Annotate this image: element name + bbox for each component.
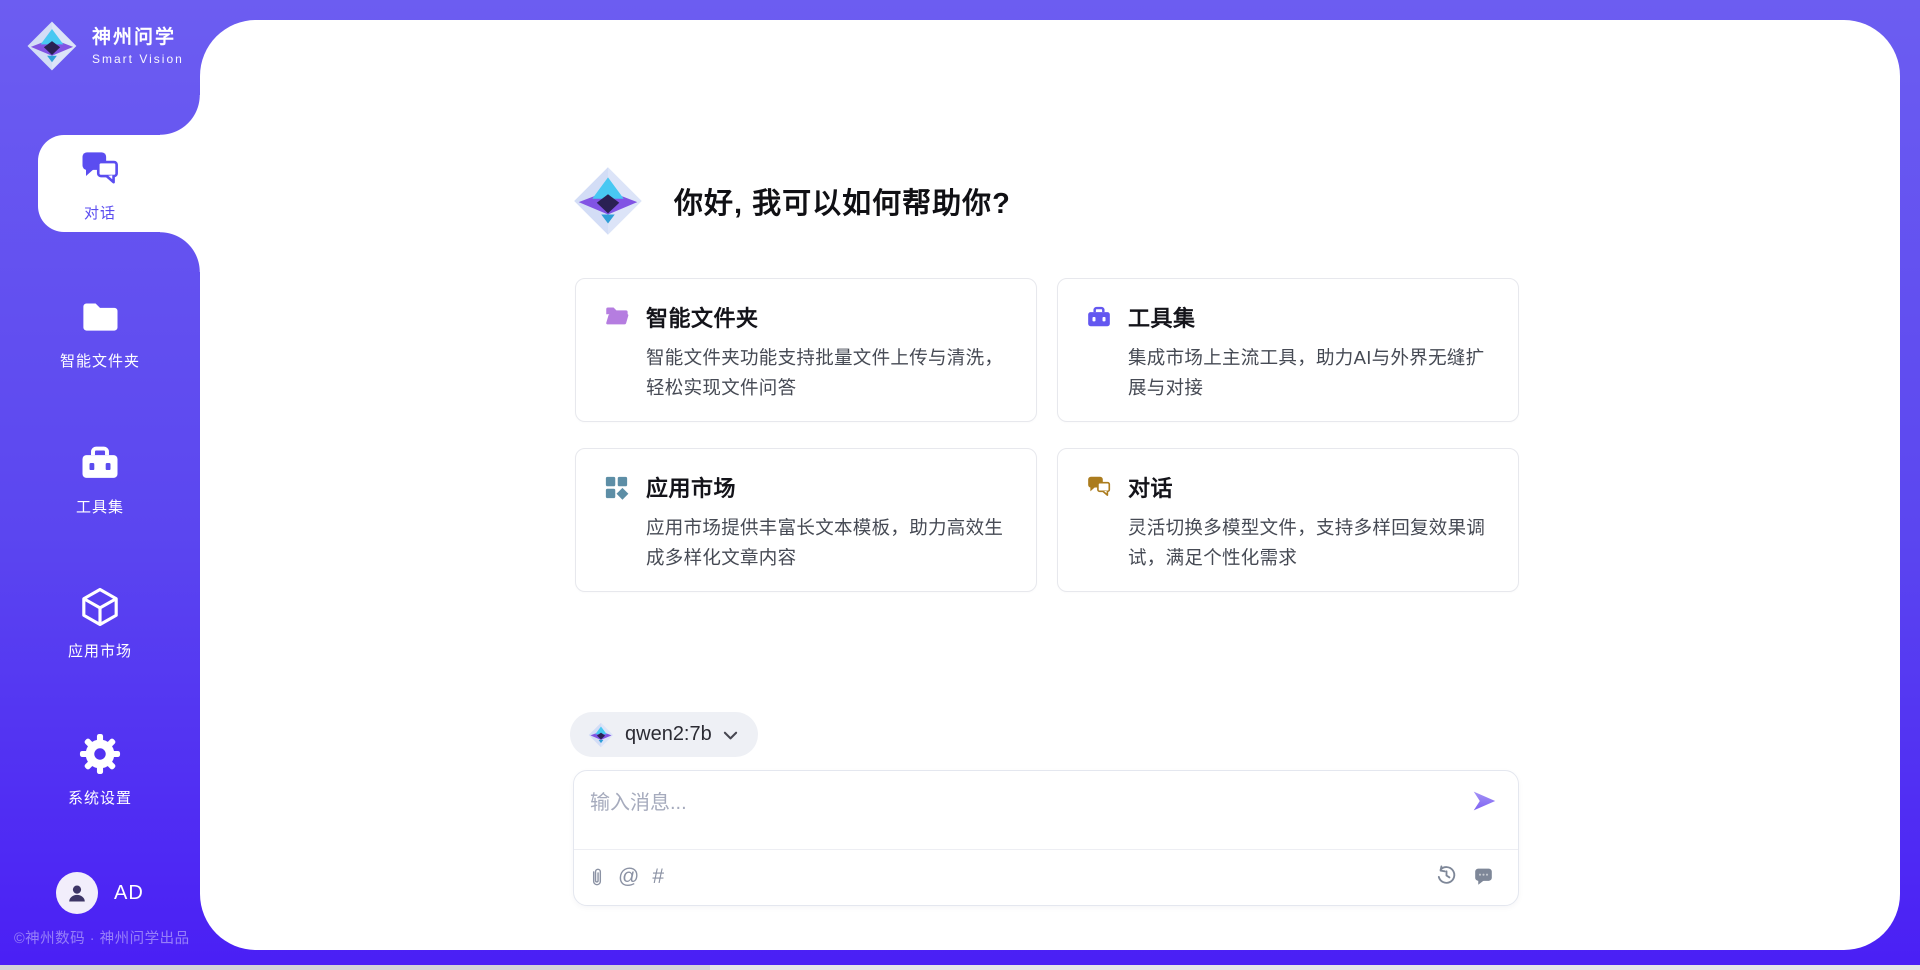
apps-icon: [604, 475, 631, 500]
composer-divider: [574, 849, 1518, 850]
chat-bubble-icon[interactable]: [1473, 866, 1494, 886]
sidebar-item-label: 智能文件夹: [0, 350, 200, 371]
brand: 神州问学 Smart Vision: [26, 20, 184, 72]
user-profile[interactable]: AD: [56, 872, 144, 914]
person-icon: [65, 881, 89, 905]
card-app-market[interactable]: 应用市场 应用市场提供丰富长文本模板，助力高效生成多样化文章内容: [575, 448, 1037, 592]
user-initials: AD: [114, 882, 144, 905]
card-description: 灵活切换多模型文件，支持多样回复效果调试，满足个性化需求: [1128, 513, 1492, 573]
avatar: [56, 872, 98, 914]
toolbox-icon: [1086, 305, 1113, 330]
sidebar-footer: ©神州数码 · 神州问学出品: [14, 927, 204, 948]
model-selector[interactable]: qwen2:7b: [570, 712, 758, 757]
brand-logo-icon: [26, 20, 78, 72]
message-composer: @ #: [573, 770, 1519, 906]
sidebar-item-toolset[interactable]: 工具集: [0, 442, 200, 517]
pill-fillet-top: [160, 95, 200, 135]
chat-icon: [79, 148, 121, 190]
card-title: 工具集: [1128, 301, 1196, 333]
folder-open-icon: [604, 305, 631, 330]
greeting-title: 你好, 我可以如何帮助你?: [674, 180, 1011, 222]
sidebar-item-label: 应用市场: [0, 640, 200, 661]
history-icon[interactable]: [1436, 865, 1457, 886]
scrollbar-thumb[interactable]: [0, 965, 710, 970]
sidebar-item-app-market[interactable]: 应用市场: [0, 586, 200, 661]
folder-icon: [79, 296, 121, 338]
brand-subtitle: Smart Vision: [92, 52, 184, 66]
sidebar-item-label: 工具集: [0, 496, 200, 517]
brand-text: 神州问学 Smart Vision: [92, 26, 184, 66]
sidebar-item-chat[interactable]: 对话: [0, 148, 200, 223]
gear-icon: [79, 733, 121, 775]
toolbox-icon: [79, 442, 121, 484]
model-name: qwen2:7b: [625, 723, 712, 746]
send-icon[interactable]: [1470, 787, 1498, 815]
app-window: 神州问学 Smart Vision 对话 智能文件夹: [0, 0, 1920, 970]
pill-fillet-bottom: [160, 232, 200, 272]
chat-icon: [1086, 475, 1113, 500]
at-icon[interactable]: @: [618, 864, 639, 890]
card-chat[interactable]: 对话 灵活切换多模型文件，支持多样回复效果调试，满足个性化需求: [1057, 448, 1519, 592]
sidebar-item-label: 对话: [0, 202, 200, 223]
feature-cards: 智能文件夹 智能文件夹功能支持批量文件上传与清洗，轻松实现文件问答 工具集 集成…: [575, 278, 1519, 592]
greeting: 你好, 我可以如何帮助你?: [572, 165, 1011, 237]
card-title: 对话: [1128, 471, 1173, 503]
model-logo-icon: [588, 722, 614, 748]
sidebar-item-smart-folder[interactable]: 智能文件夹: [0, 296, 200, 371]
cube-icon: [79, 586, 121, 628]
brand-name: 神州问学: [92, 26, 184, 50]
message-input[interactable]: [576, 773, 1456, 845]
sidebar-item-settings[interactable]: 系统设置: [0, 733, 200, 808]
composer-left-tools: @ #: [589, 864, 664, 890]
card-toolset[interactable]: 工具集 集成市场上主流工具，助力AI与外界无缝扩展与对接: [1057, 278, 1519, 422]
hash-icon[interactable]: #: [652, 864, 664, 890]
card-description: 智能文件夹功能支持批量文件上传与清洗，轻松实现文件问答: [646, 343, 1010, 403]
paperclip-icon[interactable]: [589, 864, 605, 890]
composer-right-tools: [1436, 865, 1494, 886]
card-title: 智能文件夹: [646, 301, 759, 333]
horizontal-scrollbar[interactable]: [0, 965, 1920, 970]
card-description: 应用市场提供丰富长文本模板，助力高效生成多样化文章内容: [646, 513, 1010, 573]
card-description: 集成市场上主流工具，助力AI与外界无缝扩展与对接: [1128, 343, 1492, 403]
assistant-logo-icon: [572, 165, 644, 237]
sidebar-item-label: 系统设置: [0, 787, 200, 808]
card-title: 应用市场: [646, 471, 736, 503]
card-smart-folder[interactable]: 智能文件夹 智能文件夹功能支持批量文件上传与清洗，轻松实现文件问答: [575, 278, 1037, 422]
chevron-down-icon: [723, 731, 738, 741]
